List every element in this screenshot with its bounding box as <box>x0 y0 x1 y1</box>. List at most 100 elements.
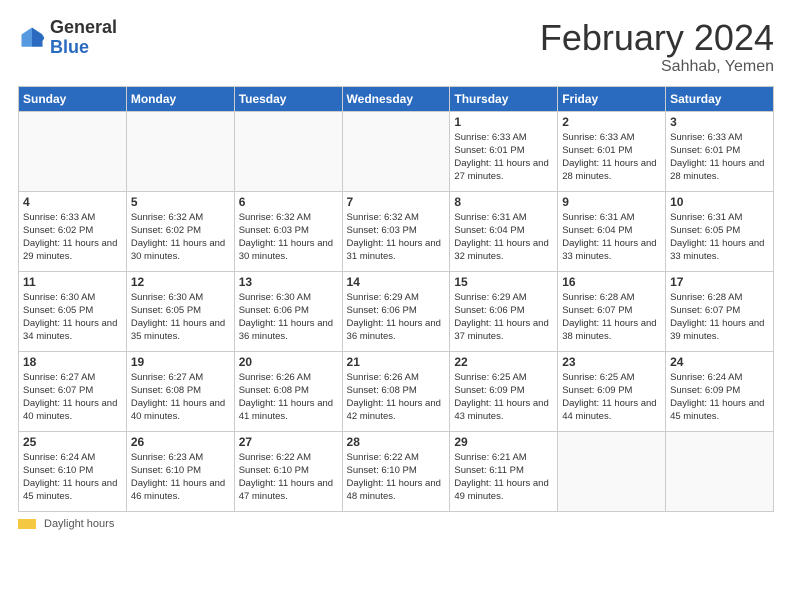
page: General Blue February 2024 Sahhab, Yemen… <box>0 0 792 612</box>
table-row: 16 Sunrise: 6:28 AM Sunset: 6:07 PM Dayli… <box>558 271 666 351</box>
day-number: 1 <box>454 115 553 129</box>
day-number: 3 <box>670 115 769 129</box>
day-info: Sunrise: 6:21 AM Sunset: 6:11 PM Dayligh… <box>454 451 553 504</box>
table-row: 3 Sunrise: 6:33 AM Sunset: 6:01 PM Daylig… <box>666 111 774 191</box>
title-block: February 2024 Sahhab, Yemen <box>540 18 774 76</box>
day-number: 29 <box>454 435 553 449</box>
table-row: 17 Sunrise: 6:28 AM Sunset: 6:07 PM Dayli… <box>666 271 774 351</box>
day-info: Sunrise: 6:33 AM Sunset: 6:01 PM Dayligh… <box>454 131 553 184</box>
calendar-week-3: 11 Sunrise: 6:30 AM Sunset: 6:05 PM Dayli… <box>19 271 774 351</box>
table-row <box>342 111 450 191</box>
table-row: 6 Sunrise: 6:32 AM Sunset: 6:03 PM Daylig… <box>234 191 342 271</box>
day-info: Sunrise: 6:32 AM Sunset: 6:03 PM Dayligh… <box>239 211 338 264</box>
day-info: Sunrise: 6:30 AM Sunset: 6:05 PM Dayligh… <box>131 291 230 344</box>
table-row: 2 Sunrise: 6:33 AM Sunset: 6:01 PM Daylig… <box>558 111 666 191</box>
table-row: 18Sunrise: 6:27 AM Sunset: 6:07 PM Dayli… <box>19 351 127 431</box>
table-row: 14Sunrise: 6:29 AM Sunset: 6:06 PM Dayli… <box>342 271 450 351</box>
logo-text: General Blue <box>50 18 117 58</box>
calendar-header-saturday: Saturday <box>666 86 774 111</box>
day-number: 28 <box>347 435 446 449</box>
day-number: 20 <box>239 355 338 369</box>
table-row: 15 Sunrise: 6:29 AM Sunset: 6:06 PM Dayli… <box>450 271 558 351</box>
table-row: 12 Sunrise: 6:30 AM Sunset: 6:05 PM Dayli… <box>126 271 234 351</box>
calendar-header-wednesday: Wednesday <box>342 86 450 111</box>
day-info: Sunrise: 6:33 AM Sunset: 6:01 PM Dayligh… <box>670 131 769 184</box>
daylight-label: Daylight hours <box>44 518 114 530</box>
table-row: 8 Sunrise: 6:31 AM Sunset: 6:04 PM Daylig… <box>450 191 558 271</box>
day-info: Sunrise: 6:27 AM Sunset: 6:07 PM Dayligh… <box>23 371 122 424</box>
calendar-header-friday: Friday <box>558 86 666 111</box>
calendar-week-5: 25 Sunrise: 6:24 AM Sunset: 6:10 PM Dayli… <box>19 431 774 511</box>
day-number: 15 <box>454 275 553 289</box>
calendar-week-4: 18Sunrise: 6:27 AM Sunset: 6:07 PM Dayli… <box>19 351 774 431</box>
table-row: 4 Sunrise: 6:33 AM Sunset: 6:02 PM Daylig… <box>19 191 127 271</box>
day-info: Sunrise: 6:31 AM Sunset: 6:04 PM Dayligh… <box>454 211 553 264</box>
table-row: 24Sunrise: 6:24 AM Sunset: 6:09 PM Dayli… <box>666 351 774 431</box>
day-number: 25 <box>23 435 122 449</box>
day-number: 27 <box>239 435 338 449</box>
table-row: 26 Sunrise: 6:23 AM Sunset: 6:10 PM Dayli… <box>126 431 234 511</box>
calendar-header-tuesday: Tuesday <box>234 86 342 111</box>
day-info: Sunrise: 6:33 AM Sunset: 6:02 PM Dayligh… <box>23 211 122 264</box>
logo: General Blue <box>18 18 117 58</box>
day-number: 10 <box>670 195 769 209</box>
day-info: Sunrise: 6:23 AM Sunset: 6:10 PM Dayligh… <box>131 451 230 504</box>
day-info: Sunrise: 6:24 AM Sunset: 6:10 PM Dayligh… <box>23 451 122 504</box>
day-number: 14 <box>347 275 446 289</box>
table-row: 28Sunrise: 6:22 AM Sunset: 6:10 PM Dayli… <box>342 431 450 511</box>
month-title: February 2024 <box>540 18 774 58</box>
day-info: Sunrise: 6:28 AM Sunset: 6:07 PM Dayligh… <box>562 291 661 344</box>
calendar: SundayMondayTuesdayWednesdayThursdayFrid… <box>18 86 774 512</box>
header: General Blue February 2024 Sahhab, Yemen <box>18 18 774 76</box>
day-number: 5 <box>131 195 230 209</box>
day-info: Sunrise: 6:28 AM Sunset: 6:07 PM Dayligh… <box>670 291 769 344</box>
day-number: 7 <box>347 195 446 209</box>
day-info: Sunrise: 6:29 AM Sunset: 6:06 PM Dayligh… <box>454 291 553 344</box>
table-row <box>19 111 127 191</box>
day-number: 13 <box>239 275 338 289</box>
day-number: 24 <box>670 355 769 369</box>
day-number: 23 <box>562 355 661 369</box>
footer: Daylight hours <box>18 518 774 530</box>
day-number: 8 <box>454 195 553 209</box>
logo-general: General <box>50 18 117 38</box>
logo-icon <box>18 24 46 52</box>
table-row <box>558 431 666 511</box>
day-info: Sunrise: 6:26 AM Sunset: 6:08 PM Dayligh… <box>347 371 446 424</box>
table-row: 13Sunrise: 6:30 AM Sunset: 6:06 PM Dayli… <box>234 271 342 351</box>
daylight-bar-icon <box>18 519 36 529</box>
day-number: 12 <box>131 275 230 289</box>
day-number: 16 <box>562 275 661 289</box>
table-row <box>126 111 234 191</box>
table-row <box>666 431 774 511</box>
day-number: 11 <box>23 275 122 289</box>
day-number: 22 <box>454 355 553 369</box>
calendar-header-row: SundayMondayTuesdayWednesdayThursdayFrid… <box>19 86 774 111</box>
calendar-week-1: 1 Sunrise: 6:33 AM Sunset: 6:01 PM Daylig… <box>19 111 774 191</box>
table-row: 1 Sunrise: 6:33 AM Sunset: 6:01 PM Daylig… <box>450 111 558 191</box>
day-number: 2 <box>562 115 661 129</box>
table-row: 7 Sunrise: 6:32 AM Sunset: 6:03 PM Daylig… <box>342 191 450 271</box>
day-number: 26 <box>131 435 230 449</box>
day-info: Sunrise: 6:31 AM Sunset: 6:04 PM Dayligh… <box>562 211 661 264</box>
day-number: 4 <box>23 195 122 209</box>
day-number: 19 <box>131 355 230 369</box>
day-number: 17 <box>670 275 769 289</box>
day-info: Sunrise: 6:25 AM Sunset: 6:09 PM Dayligh… <box>562 371 661 424</box>
day-info: Sunrise: 6:25 AM Sunset: 6:09 PM Dayligh… <box>454 371 553 424</box>
table-row: 27Sunrise: 6:22 AM Sunset: 6:10 PM Dayli… <box>234 431 342 511</box>
calendar-week-2: 4 Sunrise: 6:33 AM Sunset: 6:02 PM Daylig… <box>19 191 774 271</box>
table-row <box>234 111 342 191</box>
day-number: 6 <box>239 195 338 209</box>
day-info: Sunrise: 6:33 AM Sunset: 6:01 PM Dayligh… <box>562 131 661 184</box>
table-row: 10Sunrise: 6:31 AM Sunset: 6:05 PM Dayli… <box>666 191 774 271</box>
calendar-header-thursday: Thursday <box>450 86 558 111</box>
day-info: Sunrise: 6:32 AM Sunset: 6:02 PM Dayligh… <box>131 211 230 264</box>
table-row: 29 Sunrise: 6:21 AM Sunset: 6:11 PM Dayli… <box>450 431 558 511</box>
day-info: Sunrise: 6:32 AM Sunset: 6:03 PM Dayligh… <box>347 211 446 264</box>
day-number: 9 <box>562 195 661 209</box>
calendar-header-sunday: Sunday <box>19 86 127 111</box>
table-row: 22 Sunrise: 6:25 AM Sunset: 6:09 PM Dayli… <box>450 351 558 431</box>
table-row: 11Sunrise: 6:30 AM Sunset: 6:05 PM Dayli… <box>19 271 127 351</box>
day-number: 21 <box>347 355 446 369</box>
